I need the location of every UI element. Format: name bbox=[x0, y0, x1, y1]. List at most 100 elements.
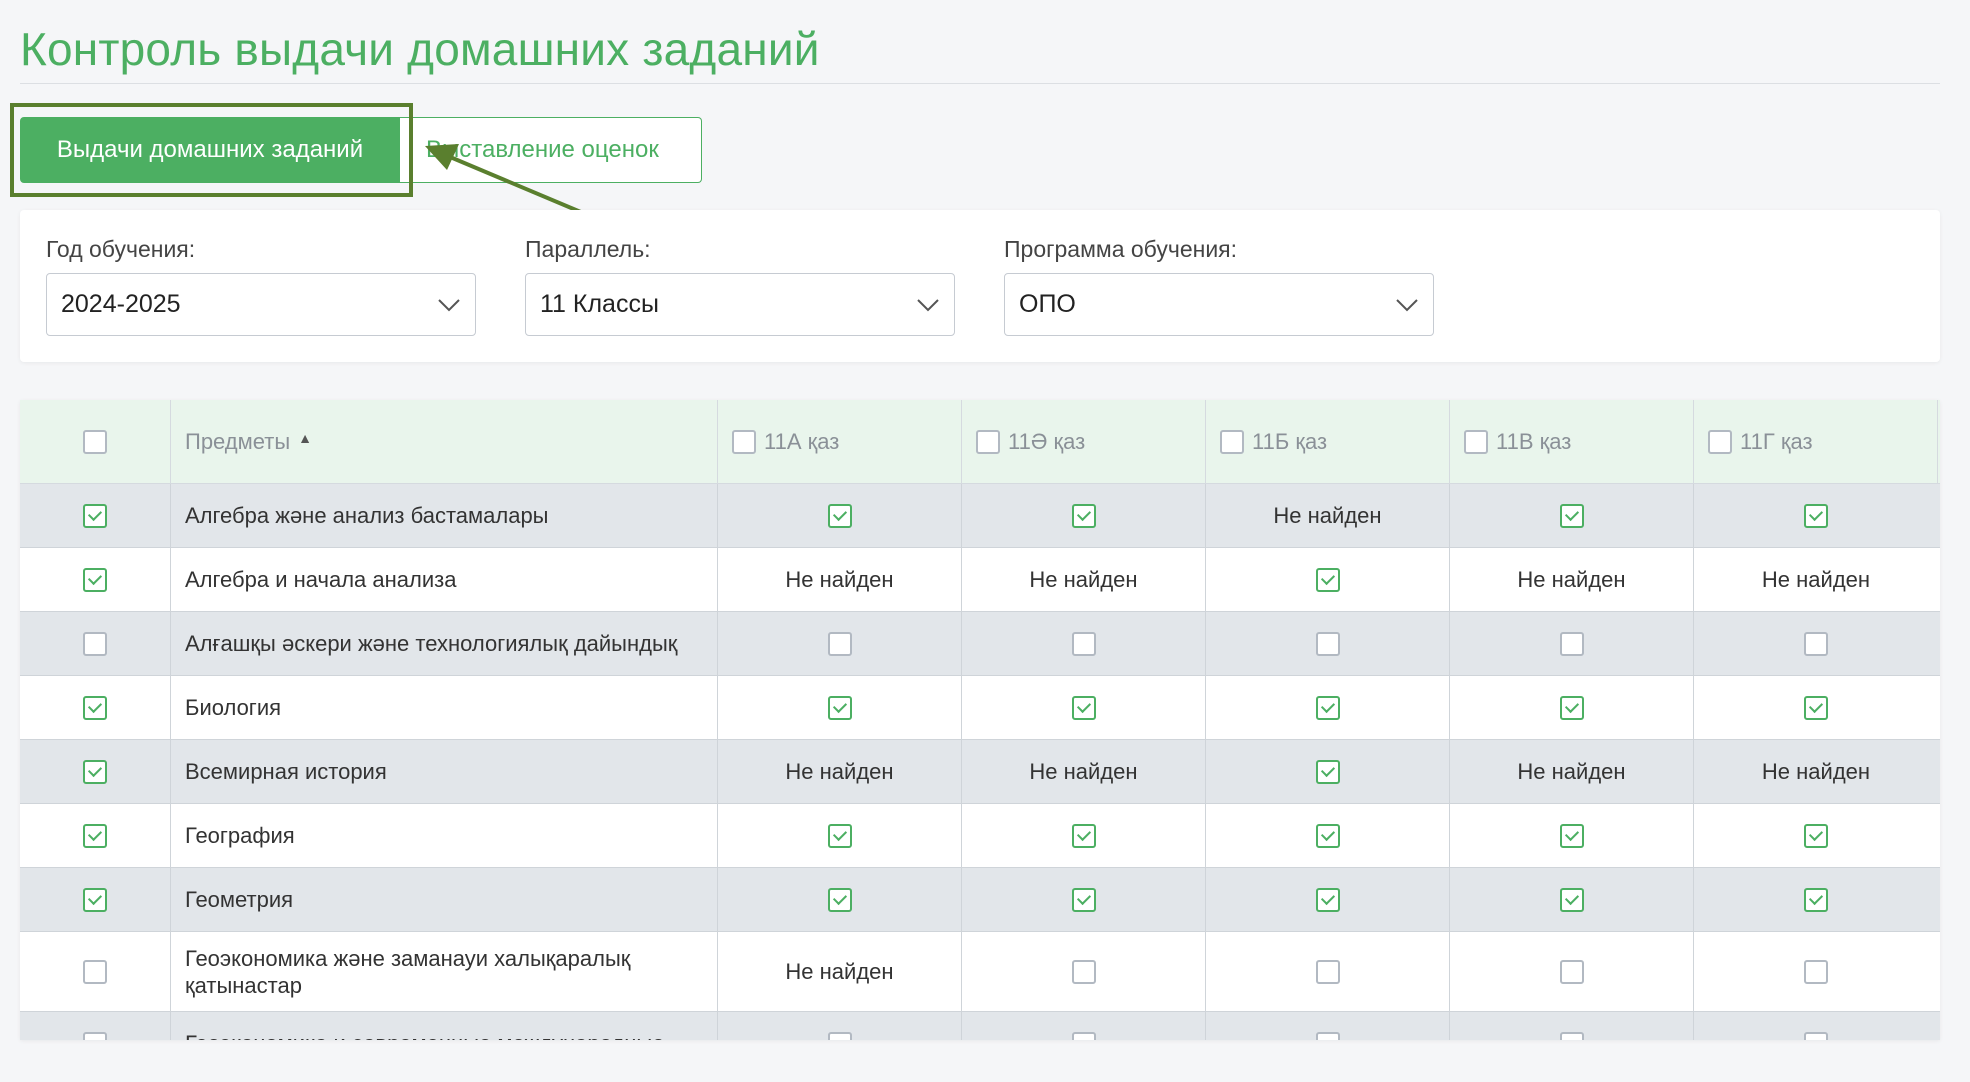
class-cell bbox=[1450, 1012, 1694, 1040]
chevron-down-icon bbox=[438, 298, 460, 311]
row-checkbox[interactable] bbox=[83, 1031, 107, 1040]
class-label: 11А қаз bbox=[764, 428, 840, 454]
class-cell bbox=[1694, 932, 1938, 1011]
class-checkbox[interactable] bbox=[827, 631, 852, 656]
row-checkbox[interactable] bbox=[83, 695, 107, 720]
class-checkbox[interactable] bbox=[1071, 887, 1096, 912]
row-checkbox[interactable] bbox=[83, 887, 107, 912]
class-cell: Не найден bbox=[1694, 740, 1938, 803]
class-checkbox[interactable] bbox=[827, 695, 852, 720]
class-checkbox[interactable] bbox=[827, 503, 852, 528]
class-checkbox[interactable] bbox=[1804, 503, 1828, 528]
row-select-cell bbox=[20, 612, 171, 675]
row-checkbox[interactable] bbox=[83, 959, 107, 984]
class-checkbox[interactable] bbox=[1804, 1031, 1828, 1040]
row-select-cell bbox=[20, 868, 171, 931]
class-checkbox[interactable] bbox=[1071, 823, 1096, 848]
year-select[interactable]: 2024-2025 bbox=[46, 273, 476, 336]
class-cell bbox=[1206, 868, 1450, 931]
class-checkbox[interactable] bbox=[1804, 695, 1828, 720]
subject-name: Биология bbox=[171, 676, 718, 739]
class-checkbox[interactable] bbox=[1804, 631, 1828, 656]
class-checkbox[interactable] bbox=[1071, 503, 1096, 528]
class-checkbox[interactable] bbox=[1071, 1031, 1096, 1040]
row-checkbox[interactable] bbox=[83, 759, 107, 784]
class-checkbox[interactable] bbox=[1559, 695, 1584, 720]
class-checkbox[interactable] bbox=[1559, 631, 1584, 656]
header-class: 11А қаз bbox=[718, 400, 962, 483]
class-checkbox[interactable] bbox=[1315, 631, 1340, 656]
class-cell: Не найден bbox=[1206, 484, 1450, 547]
class-checkbox[interactable] bbox=[1464, 429, 1488, 454]
class-label: 11Ә қаз bbox=[1008, 428, 1086, 454]
class-checkbox[interactable] bbox=[1804, 823, 1828, 848]
select-all-checkbox[interactable] bbox=[83, 429, 107, 454]
class-checkbox[interactable] bbox=[1559, 887, 1584, 912]
class-checkbox[interactable] bbox=[1315, 823, 1340, 848]
class-cell: Не найден bbox=[718, 548, 962, 611]
filter-parallel: Параллель: 11 Классы bbox=[525, 236, 955, 336]
filters-panel: Год обучения: 2024-2025 Параллель: 11 Кл… bbox=[20, 210, 1940, 362]
class-checkbox[interactable] bbox=[1559, 959, 1584, 984]
class-cell bbox=[1450, 804, 1694, 867]
class-cell bbox=[1450, 612, 1694, 675]
row-checkbox[interactable] bbox=[83, 631, 107, 656]
class-checkbox[interactable] bbox=[1559, 1031, 1584, 1040]
chevron-down-icon bbox=[1396, 298, 1418, 311]
class-checkbox[interactable] bbox=[1315, 567, 1340, 592]
not-found-text: Не найден bbox=[785, 566, 894, 592]
class-cell bbox=[1206, 932, 1450, 1011]
chevron-down-icon bbox=[917, 298, 939, 311]
subject-name: География bbox=[171, 804, 718, 867]
class-checkbox[interactable] bbox=[1220, 429, 1244, 454]
class-checkbox[interactable] bbox=[1315, 695, 1340, 720]
parallel-select[interactable]: 11 Классы bbox=[525, 273, 955, 336]
class-checkbox[interactable] bbox=[827, 823, 852, 848]
row-checkbox[interactable] bbox=[83, 503, 107, 528]
class-cell bbox=[1450, 676, 1694, 739]
row-checkbox[interactable] bbox=[83, 823, 107, 848]
class-checkbox[interactable] bbox=[1315, 759, 1340, 784]
class-label: 11В қаз bbox=[1496, 428, 1572, 454]
class-checkbox[interactable] bbox=[827, 1031, 852, 1040]
class-checkbox[interactable] bbox=[1315, 887, 1340, 912]
class-checkbox[interactable] bbox=[1804, 959, 1828, 984]
subject-name: Геоэкономика және заманауи халықаралық қ… bbox=[171, 932, 718, 1011]
class-checkbox[interactable] bbox=[976, 429, 1000, 454]
not-found-text: Не найден bbox=[1517, 566, 1626, 592]
table-row: Геоэкономика и современные международные bbox=[20, 1012, 1940, 1040]
program-select[interactable]: ОПО bbox=[1004, 273, 1434, 336]
row-select-cell bbox=[20, 484, 171, 547]
class-cell bbox=[1694, 484, 1938, 547]
header-subjects-label: Предметы bbox=[185, 429, 291, 454]
class-cell bbox=[962, 1012, 1206, 1040]
class-checkbox[interactable] bbox=[1071, 695, 1096, 720]
year-select-value: 2024-2025 bbox=[61, 290, 181, 318]
class-cell: Не найден bbox=[1450, 740, 1694, 803]
header-class: 11Б қаз bbox=[1206, 400, 1450, 483]
class-checkbox[interactable] bbox=[1315, 959, 1340, 984]
class-checkbox[interactable] bbox=[732, 429, 756, 454]
class-checkbox[interactable] bbox=[1559, 823, 1584, 848]
table-row: Геометрия bbox=[20, 868, 1940, 932]
row-checkbox[interactable] bbox=[83, 567, 107, 592]
class-checkbox[interactable] bbox=[1315, 1031, 1340, 1040]
class-checkbox[interactable] bbox=[1071, 631, 1096, 656]
class-checkbox[interactable] bbox=[1708, 429, 1732, 454]
class-checkbox[interactable] bbox=[1071, 959, 1096, 984]
row-select-cell bbox=[20, 676, 171, 739]
class-cell bbox=[1694, 804, 1938, 867]
table-row: Геоэкономика және заманауи халықаралық қ… bbox=[20, 932, 1940, 1012]
header-class: 11Г қаз bbox=[1694, 400, 1938, 483]
class-checkbox[interactable] bbox=[827, 887, 852, 912]
not-found-text: Не найден bbox=[785, 958, 894, 984]
not-found-text: Не найден bbox=[1761, 566, 1871, 592]
table-row: Алгебра и начала анализа Не найден Не найд… bbox=[20, 548, 1940, 612]
class-checkbox[interactable] bbox=[1804, 887, 1828, 912]
filter-program-label: Программа обучения: bbox=[1004, 236, 1238, 262]
class-cell bbox=[1206, 612, 1450, 675]
not-found-text: Не найден bbox=[785, 758, 894, 784]
annotation-highlight-box bbox=[10, 103, 413, 197]
class-checkbox[interactable] bbox=[1559, 503, 1584, 528]
header-subjects[interactable]: Предметы ▲ bbox=[171, 400, 718, 483]
